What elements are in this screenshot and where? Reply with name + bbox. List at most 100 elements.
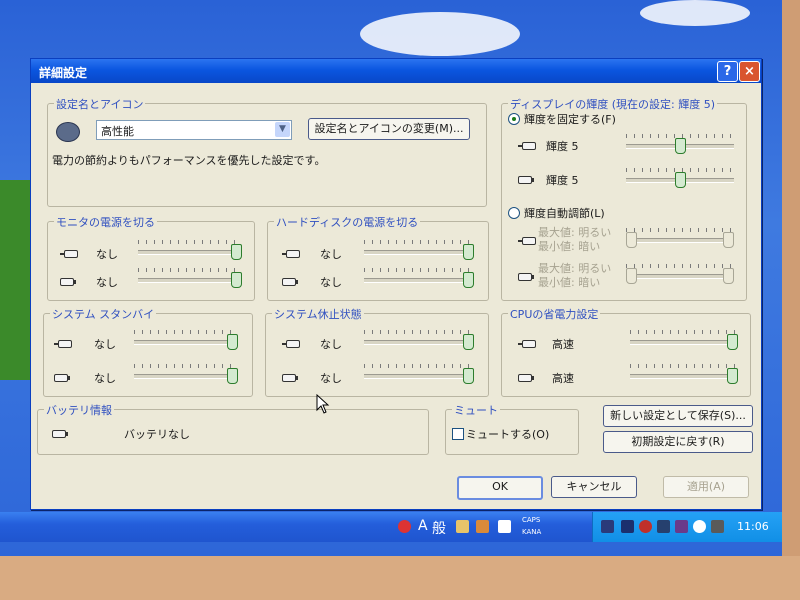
help-button[interactable]: ?	[717, 61, 738, 82]
harddisk-ac-value: なし	[320, 248, 342, 261]
power-icon[interactable]	[693, 520, 706, 533]
display-ac-slider[interactable]	[626, 134, 734, 156]
cpu-dc-value: 高速	[552, 372, 574, 385]
ime-dictionary-icon[interactable]	[476, 520, 489, 533]
harddisk-dc-slider[interactable]	[364, 268, 474, 290]
monitor-dc-value: なし	[96, 276, 118, 289]
monitor-ac-value: なし	[96, 248, 118, 261]
slider-ticks	[626, 228, 734, 232]
standby-dc-slider[interactable]	[134, 364, 238, 386]
hibernate-dc-slider[interactable]	[364, 364, 474, 386]
title-bar[interactable]: 詳細設定 ? ×	[31, 59, 761, 83]
slider-ticks	[364, 268, 474, 272]
clock[interactable]: 11:06	[737, 520, 769, 533]
change-scheme-button[interactable]: 設定名とアイコンの変更(M)...	[308, 118, 470, 140]
battery-icon	[518, 374, 534, 382]
slider-track	[630, 340, 738, 345]
reset-defaults-button[interactable]: 初期設定に戻す(R)	[603, 431, 753, 453]
battery-tray-icon[interactable]	[711, 520, 724, 533]
display-brightness-group: ディスプレイの輝度 (現在の設定: 輝度 5) 輝度を固定する(F) 輝度 5 …	[501, 96, 747, 301]
ime-help-icon[interactable]	[498, 520, 511, 533]
ime-kanji-indicator[interactable]: 般	[432, 518, 446, 538]
slider-thumb[interactable]	[675, 172, 686, 188]
fixed-brightness-radio[interactable]	[508, 113, 520, 125]
monitor-bezel-right	[782, 0, 800, 600]
desktop-grass	[0, 180, 30, 380]
battery-info-group: バッテリ情報 バッテリなし	[37, 402, 429, 455]
slider-thumb[interactable]	[227, 334, 238, 350]
standby-ac-value: なし	[94, 338, 116, 351]
safely-remove-icon[interactable]	[675, 520, 688, 533]
slider-thumb[interactable]	[463, 272, 474, 288]
mute-checkbox[interactable]	[452, 428, 464, 440]
ime-tool-icon[interactable]	[456, 520, 469, 533]
slider-track	[138, 278, 242, 283]
close-button[interactable]: ×	[739, 61, 760, 82]
slider-thumb[interactable]	[231, 272, 242, 288]
battery-icon	[282, 374, 298, 382]
hibernate-ac-slider[interactable]	[364, 330, 474, 352]
chevron-down-icon[interactable]: ▼	[275, 122, 290, 137]
save-as-new-button[interactable]: 新しい設定として保存(S)...	[603, 405, 753, 427]
system-standby-group: システム スタンバイ なし なし	[43, 306, 253, 397]
system-hibernate-group: システム休止状態 なし なし	[265, 306, 489, 397]
advanced-settings-dialog: 詳細設定 ? × 設定名とアイコン 高性能 ▼ 設定名とアイコンの変更(M)..…	[30, 58, 762, 510]
shield-icon[interactable]	[639, 520, 652, 533]
system-tray: 11:06	[592, 512, 782, 542]
battery-status: バッテリなし	[124, 428, 190, 441]
harddisk-group-label: ハードディスクの電源を切る	[274, 214, 421, 230]
caps-indicator: CAPS	[522, 516, 541, 524]
slider-max-thumb	[723, 268, 734, 284]
harddisk-ac-slider[interactable]	[364, 240, 474, 262]
slider-thumb[interactable]	[231, 244, 242, 260]
mute-group-label: ミュート	[452, 402, 500, 418]
slider-ticks	[630, 330, 738, 334]
slider-thumb[interactable]	[463, 368, 474, 384]
cpu-ac-slider[interactable]	[630, 330, 738, 352]
network-icon[interactable]	[601, 520, 614, 533]
ok-button[interactable]: OK	[457, 476, 543, 500]
ime-bar-icon[interactable]	[398, 520, 411, 533]
monitor-ac-slider[interactable]	[138, 240, 242, 262]
slider-thumb[interactable]	[675, 138, 686, 154]
scheme-select[interactable]: 高性能 ▼	[96, 120, 292, 140]
standby-dc-value: なし	[94, 372, 116, 385]
slider-ticks	[364, 364, 474, 368]
mouse-cursor	[316, 394, 330, 414]
standby-ac-slider[interactable]	[134, 330, 238, 352]
standby-group-label: システム スタンバイ	[50, 306, 157, 322]
scheme-select-value: 高性能	[101, 125, 134, 138]
mute-checkbox-label[interactable]: ミュートする(O)	[466, 426, 549, 442]
display-group-label: ディスプレイの輝度 (現在の設定: 輝度 5)	[508, 96, 718, 112]
apply-button[interactable]: 適用(A)	[663, 476, 749, 498]
laptop-icon	[56, 122, 80, 142]
slider-thumb[interactable]	[727, 334, 738, 350]
desktop: 詳細設定 ? × 設定名とアイコン 高性能 ▼ 設定名とアイコンの変更(M)..…	[0, 0, 782, 560]
scheme-group: 設定名とアイコン 高性能 ▼ 設定名とアイコンの変更(M)... 電力の節約より…	[47, 96, 487, 207]
auto-dc-min-label: 最小値: 暗い	[538, 276, 601, 289]
ac-power-icon	[518, 142, 536, 150]
slider-thumb[interactable]	[727, 368, 738, 384]
slider-thumb[interactable]	[463, 244, 474, 260]
slider-min-thumb	[626, 268, 637, 284]
ac-power-icon	[60, 250, 78, 258]
ime-mode-indicator[interactable]: A	[418, 518, 428, 534]
cancel-button[interactable]: キャンセル	[551, 476, 637, 498]
auto-brightness-label[interactable]: 輝度自動調節(L)	[524, 205, 605, 221]
volume-icon[interactable]	[657, 520, 670, 533]
auto-brightness-radio[interactable]	[508, 207, 520, 219]
scheme-description: 電力の節約よりもパフォーマンスを優先した設定です。	[52, 154, 326, 167]
cpu-dc-slider[interactable]	[630, 364, 738, 386]
slider-thumb[interactable]	[227, 368, 238, 384]
display-dc-slider[interactable]	[626, 168, 734, 190]
slider-min-thumb	[626, 232, 637, 248]
kana-indicator: KANA	[522, 528, 542, 536]
display-icon[interactable]	[621, 520, 634, 533]
cpu-ac-value: 高速	[552, 338, 574, 351]
slider-thumb[interactable]	[463, 334, 474, 350]
monitor-dc-slider[interactable]	[138, 268, 242, 290]
fixed-brightness-label[interactable]: 輝度を固定する(F)	[524, 111, 616, 127]
slider-ticks	[626, 264, 734, 268]
battery-icon	[54, 374, 70, 382]
slider-track	[134, 340, 238, 345]
